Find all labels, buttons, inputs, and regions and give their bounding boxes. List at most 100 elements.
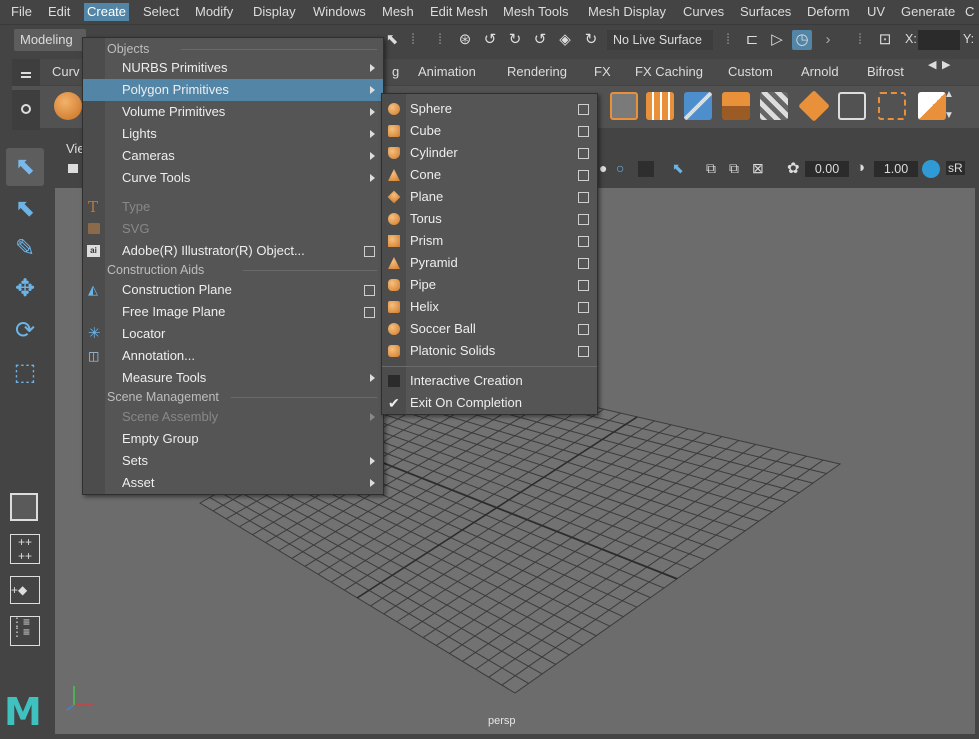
x-field[interactable] [918, 30, 960, 50]
option-box-icon[interactable] [364, 285, 375, 296]
option-box-icon[interactable] [578, 236, 589, 247]
shelf-tab-arnold[interactable]: Arnold [801, 63, 839, 81]
menu-display[interactable]: Display [250, 3, 299, 21]
extrude-shelf-icon[interactable] [722, 92, 750, 120]
select-camera-icon[interactable]: ⬉ [672, 160, 684, 177]
gamma-field[interactable]: 1.00 [874, 161, 918, 177]
menu-edit-mesh[interactable]: Edit Mesh [427, 3, 491, 21]
menu-item-platonic-solids[interactable]: Platonic Solids [382, 340, 597, 362]
outliner-layout-icon[interactable]: ⋮≡ ⋮≡ [10, 616, 40, 646]
menu-item-torus[interactable]: Torus [382, 208, 597, 230]
mode-selector[interactable]: Modeling [14, 29, 86, 51]
menu-item-soccer-ball[interactable]: Soccer Ball [382, 318, 597, 340]
transform-field-icon[interactable]: ⊡ [875, 30, 895, 50]
option-box-icon[interactable] [578, 214, 589, 225]
two-view-layout-icon[interactable]: +◆ [10, 576, 40, 604]
isolate-icon[interactable]: ○ [616, 160, 624, 176]
exposure-field[interactable]: 0.00 [805, 161, 849, 177]
snap-view-icon[interactable]: ↺ [530, 30, 550, 50]
lasso-tool-icon[interactable]: ⬉ [6, 190, 44, 228]
menu-generate[interactable]: Generate [898, 3, 958, 21]
shelf-tab-animation[interactable]: Animation [418, 63, 476, 81]
append-polygon-shelf-icon[interactable] [838, 92, 866, 120]
xray-icon[interactable]: ● [599, 160, 607, 176]
bridge-shelf-icon[interactable] [760, 92, 788, 120]
menu-uv[interactable]: UV [864, 3, 888, 21]
hud-toggle-icon[interactable]: ⧉ [729, 160, 739, 177]
menu-surfaces[interactable]: Surfaces [737, 3, 794, 21]
menu-select[interactable]: Select [140, 3, 182, 21]
option-box-icon[interactable] [578, 148, 589, 159]
select-cursor-icon[interactable]: ⬉ [382, 30, 402, 50]
color-management-icon[interactable] [922, 160, 940, 178]
gamma-icon[interactable]: ◑ [856, 159, 865, 176]
menu-item-prism[interactable]: Prism [382, 230, 597, 252]
menu-item-cylinder[interactable]: Cylinder [382, 142, 597, 164]
menu-item-polygon-primitives[interactable]: Polygon Primitives [83, 79, 383, 101]
snap-live-icon[interactable]: ↻ [581, 30, 601, 50]
exposure-icon[interactable]: ✿ [787, 159, 800, 177]
menu-item-sphere[interactable]: Sphere [382, 98, 597, 120]
menu-file[interactable]: File [8, 3, 35, 21]
menu-item-cameras[interactable]: Cameras [83, 145, 383, 167]
move-tool-icon[interactable]: ✥ [6, 270, 44, 308]
live-surface-field[interactable]: No Live Surface [607, 30, 713, 50]
construction-history-icon[interactable]: ◷ [792, 30, 812, 50]
viewport-camera-icon[interactable] [68, 164, 78, 173]
option-box-icon[interactable] [578, 302, 589, 313]
menu-item-helix[interactable]: Helix [382, 296, 597, 318]
shaded-toggle-icon[interactable] [638, 161, 654, 177]
menu-windows[interactable]: Windows [310, 3, 369, 21]
menu-item-construction-plane[interactable]: ◭ Construction Plane [83, 279, 383, 301]
option-box-icon[interactable] [578, 126, 589, 137]
shelf-scroll-left-icon[interactable]: ◀ [928, 58, 936, 71]
menu-curves[interactable]: Curves [680, 3, 727, 21]
shelf-tab-fx-caching[interactable]: FX Caching [635, 63, 703, 81]
scale-tool-icon[interactable]: ⬚ [6, 354, 44, 392]
rotate-tool-icon[interactable]: ⟳ [6, 312, 44, 350]
shelf-tab-custom[interactable]: Custom [728, 63, 773, 81]
menu-item-measure-tools[interactable]: Measure Tools [83, 367, 383, 389]
shelf-options-button[interactable] [12, 90, 40, 130]
select-tool-icon[interactable]: ⬉ [6, 148, 44, 186]
poly-sphere-shelf-icon[interactable] [54, 92, 82, 120]
snap-curve-icon[interactable]: ↺ [480, 30, 500, 50]
input-ops-icon[interactable]: ⊏ [742, 30, 762, 50]
paint-select-tool-icon[interactable]: ✎ [6, 230, 44, 268]
shelf-tab-bifrost[interactable]: Bifrost [867, 63, 904, 81]
collapse-arrow-icon[interactable]: › [818, 30, 838, 50]
option-box-icon[interactable] [578, 258, 589, 269]
shelf-tab-curves[interactable]: Curv [52, 63, 79, 81]
shelf-scroll-down-icon[interactable]: ▼ [944, 110, 954, 121]
menu-item-free-image-plane[interactable]: Free Image Plane [83, 301, 383, 323]
snap-point-icon[interactable]: ↻ [505, 30, 525, 50]
menu-item-empty-group[interactable]: Empty Group [83, 428, 383, 450]
menu-item-pyramid[interactable]: Pyramid [382, 252, 597, 274]
menu-item-cone[interactable]: Cone [382, 164, 597, 186]
mirror-shelf-icon[interactable] [918, 92, 946, 120]
option-box-icon[interactable] [364, 307, 375, 318]
shelf-scroll-up-icon[interactable]: ▲ [944, 89, 954, 100]
menu-modify[interactable]: Modify [192, 3, 236, 21]
snap-grid-icon[interactable]: ⊛ [455, 30, 475, 50]
menu-item-interactive-creation[interactable]: Interactive Creation [382, 370, 597, 392]
target-weld-shelf-icon[interactable] [878, 92, 906, 120]
menu-item-sets[interactable]: Sets [83, 450, 383, 472]
menu-item-locator[interactable]: ✳ Locator [83, 323, 383, 345]
menu-item-illustrator-object[interactable]: ai Adobe(R) Illustrator(R) Object... [83, 240, 383, 262]
option-box-icon[interactable] [578, 346, 589, 357]
option-box-icon[interactable] [578, 280, 589, 291]
option-box-icon[interactable] [364, 246, 375, 257]
option-box-icon[interactable] [578, 170, 589, 181]
shelf-tab-rigging[interactable]: g [392, 63, 399, 81]
menu-cache[interactable]: C [962, 3, 977, 21]
menu-item-lights[interactable]: Lights [83, 123, 383, 145]
menu-item-cube[interactable]: Cube [382, 120, 597, 142]
menu-item-volume-primitives[interactable]: Volume Primitives [83, 101, 383, 123]
menu-item-annotation[interactable]: ◫ Annotation... [83, 345, 383, 367]
grid-toggle-icon[interactable]: ⧉ [706, 160, 716, 177]
shelf-scroll-right-icon[interactable]: ▶ [942, 58, 950, 71]
menu-mesh-tools[interactable]: Mesh Tools [500, 3, 572, 21]
shelf-menu-button[interactable] [12, 59, 40, 87]
resolution-gate-icon[interactable]: ⊠ [752, 160, 764, 177]
